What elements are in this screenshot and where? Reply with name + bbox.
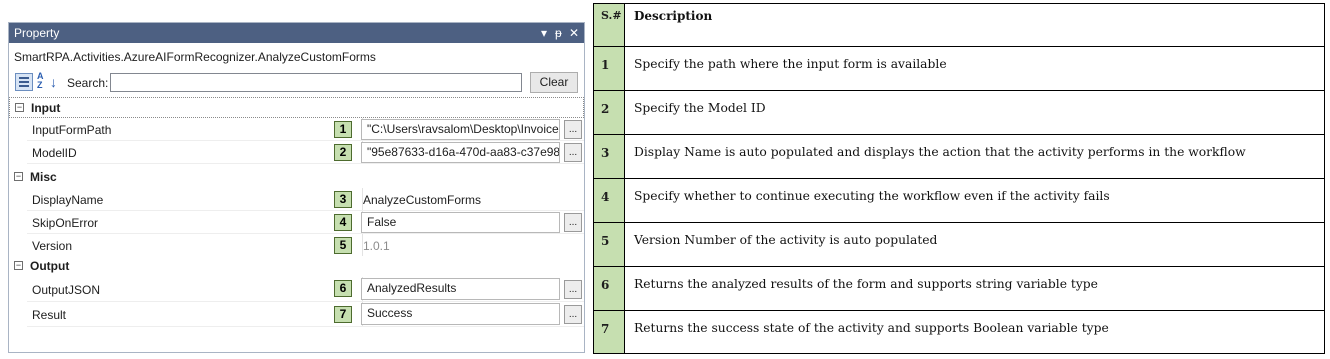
row-description: Display Name is auto populated and displ… [634, 145, 1246, 159]
panel-title: Property [14, 26, 60, 40]
number-badge: 2 [334, 144, 352, 161]
row-description: Specify the path where the input form is… [634, 57, 947, 71]
row-description: Returns the success state of the activit… [634, 321, 1109, 335]
table-row: 6 Returns the analyzed results of the fo… [594, 267, 1324, 311]
activity-type-name: SmartRPA.Activities.AzureAIFormRecognize… [14, 50, 376, 64]
category-label: Misc [30, 170, 57, 184]
property-panel: Property ▾ ᵽ ✕ SmartRPA.Activities.Azure… [8, 22, 585, 353]
collapse-icon[interactable]: − [14, 172, 23, 181]
number-badge: 4 [334, 214, 352, 231]
version-value: 1.0.1 [363, 239, 390, 253]
inputformpath-field[interactable]: "C:\Users\ravsalom\Desktop\Invoice [361, 119, 560, 140]
number-badge: 3 [334, 191, 352, 208]
category-input[interactable]: − Input [9, 97, 584, 118]
property-row-outputjson[interactable]: OutputJSON 6 AnalyzedResults ... [9, 277, 584, 302]
property-row-modelid[interactable]: ModelID 2 "95e87633-d16a-470d-aa83-c37e9… [9, 141, 584, 164]
property-name: OutputJSON [32, 283, 101, 297]
sort-alphabetical-icon[interactable]: A Z ↓ [37, 72, 59, 92]
property-toolbar: A Z ↓ Search: Clear [9, 71, 584, 95]
table-row: 1 Specify the path where the input form … [594, 47, 1324, 91]
search-input[interactable] [110, 73, 522, 92]
category-misc[interactable]: − Misc [9, 167, 584, 188]
categorized-view-icon[interactable] [15, 73, 33, 91]
table-row: 5 Version Number of the activity is auto… [594, 223, 1324, 267]
number-badge: 5 [334, 237, 352, 254]
table-row: 7 Returns the success state of the activ… [594, 311, 1324, 353]
row-number: 6 [594, 267, 625, 310]
table-row: 4 Specify whether to continue executing … [594, 179, 1324, 223]
clear-button[interactable]: Clear [530, 72, 578, 93]
skiponerror-field[interactable]: False [361, 212, 560, 233]
description-table: S.# Description 1 Specify the path where… [593, 3, 1325, 354]
collapse-icon[interactable]: − [14, 261, 23, 270]
row-number: 3 [594, 135, 625, 178]
table-row: 3 Display Name is auto populated and dis… [594, 135, 1324, 179]
close-icon[interactable]: ✕ [569, 25, 579, 41]
property-name: ModelID [32, 146, 77, 160]
header-number: S.# [594, 4, 625, 46]
property-row-inputformpath[interactable]: InputFormPath 1 "C:\Users\ravsalom\Deskt… [9, 118, 584, 141]
property-name: Version [32, 239, 73, 253]
browse-button[interactable]: ... [564, 120, 582, 139]
row-description: Specify whether to continue executing th… [634, 189, 1110, 203]
property-row-skiponerror[interactable]: SkipOnError 4 False ... [9, 211, 584, 234]
row-number: 4 [594, 179, 625, 222]
property-name: InputFormPath [32, 123, 112, 137]
sort-arrow-icon: ↓ [50, 74, 57, 90]
browse-button[interactable]: ... [564, 305, 582, 324]
property-row-version: Version 5 1.0.1 [9, 234, 584, 257]
displayname-value[interactable]: AnalyzeCustomForms [363, 193, 481, 207]
modelid-field[interactable]: "95e87633-d16a-470d-aa83-c37e98 [361, 142, 560, 163]
row-description: Version Number of the activity is auto p… [634, 233, 938, 247]
property-row-displayname[interactable]: DisplayName 3 AnalyzeCustomForms [9, 188, 584, 211]
outputjson-field[interactable]: AnalyzedResults [361, 278, 560, 300]
pin-icon[interactable]: ᵽ [555, 25, 562, 41]
property-name: Result [32, 308, 67, 322]
row-number: 2 [594, 91, 625, 134]
row-number: 5 [594, 223, 625, 266]
property-name: DisplayName [32, 193, 104, 207]
row-number: 7 [594, 311, 625, 353]
row-description: Specify the Model ID [634, 101, 766, 115]
category-label: Output [30, 259, 70, 273]
row-description: Returns the analyzed results of the form… [634, 277, 1098, 291]
browse-button[interactable]: ... [564, 213, 582, 232]
table-row: 2 Specify the Model ID [594, 91, 1324, 135]
category-output[interactable]: − Output [9, 256, 584, 277]
dropdown-arrow-icon[interactable]: ▾ [541, 25, 547, 41]
number-badge: 6 [334, 280, 352, 297]
panel-titlebar: Property ▾ ᵽ ✕ [9, 23, 584, 43]
browse-button[interactable]: ... [564, 280, 582, 299]
result-field[interactable]: Success [361, 303, 560, 325]
browse-button[interactable]: ... [564, 143, 582, 162]
number-badge: 1 [334, 121, 352, 138]
number-badge: 7 [334, 306, 352, 323]
property-row-result[interactable]: Result 7 Success ... [9, 302, 584, 327]
search-label: Search: [67, 76, 109, 90]
row-number: 1 [594, 47, 625, 90]
table-header-row: S.# Description [594, 4, 1324, 47]
header-description: Description [634, 9, 713, 23]
collapse-icon[interactable]: − [15, 103, 24, 112]
category-label: Input [31, 101, 61, 115]
property-name: SkipOnError [32, 216, 99, 230]
